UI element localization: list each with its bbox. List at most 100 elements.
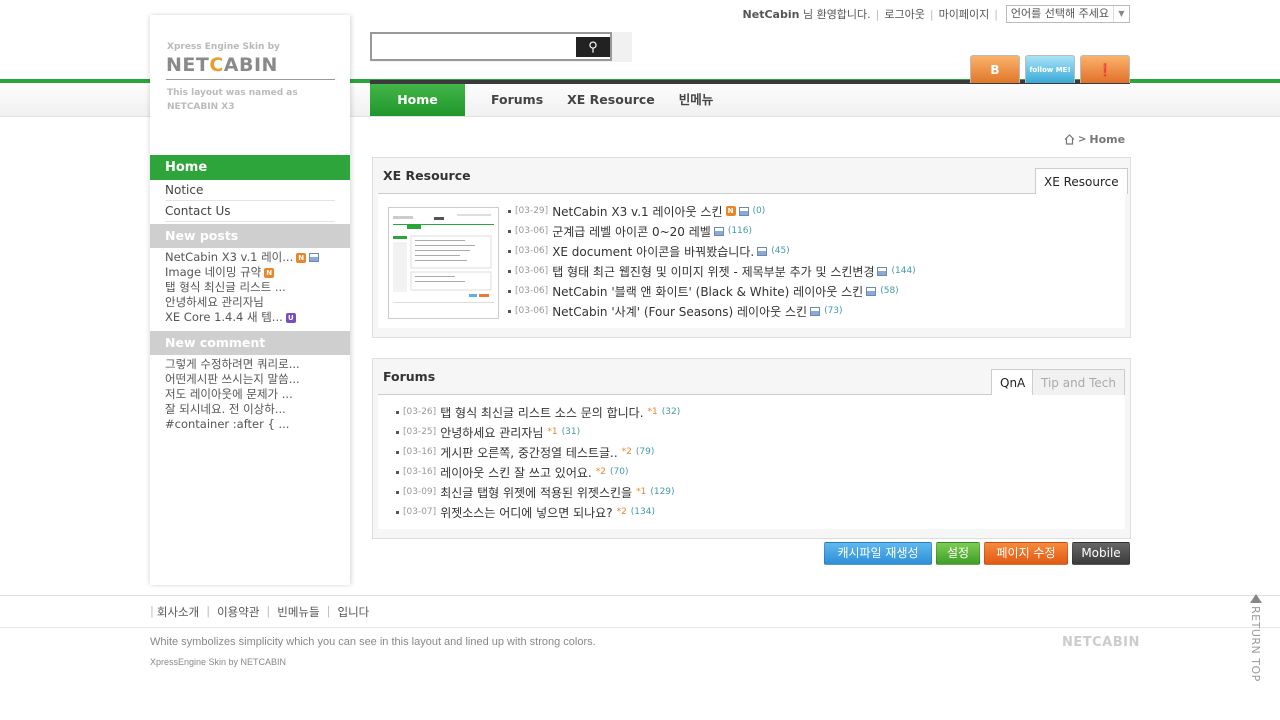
list-item[interactable]: #container :after { ...	[165, 417, 350, 432]
thumbnail-image	[393, 214, 494, 303]
mobile-button[interactable]: Mobile	[1072, 542, 1130, 565]
list-item[interactable]: [03-16] 게시판 오른쪽, 중간정열 테스트글.. *2 (79)	[396, 444, 654, 460]
logo-desc-line: NETCABIN X3	[167, 102, 235, 112]
post-title: 레이아웃 스킨 잘 쓰고 있어요.	[440, 465, 592, 480]
logo-tagline: Xpress Engine Skin by	[167, 42, 280, 52]
footer-logo: NETCABIN	[1062, 635, 1140, 650]
list-item[interactable]: [03-07] 위젯소스는 어디에 넣으면 되나요? *2 (134)	[396, 504, 655, 520]
sidebar: Home Notice Contact Us New posts NetCabi…	[150, 155, 350, 436]
main-nav: Home Forums XE Resource 빈메뉴	[370, 84, 725, 116]
new-icon: N	[296, 252, 307, 263]
nav-empty-menu[interactable]: 빈메뉴	[667, 84, 726, 116]
logo-divider	[166, 79, 335, 80]
blogger-icon: B	[990, 62, 1000, 77]
search-button[interactable]: ⚲	[576, 37, 610, 57]
file-icon	[866, 286, 877, 296]
list-item[interactable]: 어떤게시판 쓰시는지 말씀...	[165, 372, 350, 387]
post-date: [03-06]	[515, 306, 549, 316]
return-top-button[interactable]: RETURN TOP	[1248, 594, 1264, 690]
list-item[interactable]: [03-06] 군계급 레벨 아이콘 0~20 레벨 (116)	[508, 223, 752, 239]
footer-link-empty-menus[interactable]: 빈메뉴들	[277, 604, 319, 620]
list-item[interactable]: 탭 형식 최신글 리스트 ...	[165, 280, 350, 295]
language-select-value: 언어를 선택해 주세요	[1010, 7, 1109, 20]
list-item[interactable]: [03-25] 안녕하세요 관리자님 *1 (31)	[396, 424, 580, 440]
twitter-button[interactable]: follow ME!	[1025, 55, 1075, 83]
blog-button[interactable]: B	[970, 55, 1020, 83]
tab-qna[interactable]: QnA	[991, 369, 1035, 395]
view-count: (58)	[880, 286, 899, 296]
widget-title: Forums	[383, 369, 436, 384]
list-item[interactable]: 저도 레이아웃에 문제가 ...	[165, 387, 350, 402]
view-count: (32)	[661, 407, 681, 417]
divider: |	[994, 7, 998, 21]
sidebar-item-notice[interactable]: Notice	[165, 180, 335, 201]
list-item[interactable]: [03-16] 레이아웃 스킨 잘 쓰고 있어요. *2 (70)	[396, 464, 628, 480]
post-title: 탭 형태 최근 웹진형 및 이미지 위젯 - 제목부분 추가 및 스킨변경	[552, 264, 875, 279]
list-item[interactable]: XE Core 1.4.4 새 템... U	[165, 310, 350, 325]
nav-xe-resource[interactable]: XE Resource	[555, 84, 667, 116]
new-comment-heading: New comment	[150, 331, 350, 355]
post-title: NetCabin '사계' (Four Seasons) 레이아웃 스킨	[552, 304, 808, 319]
rss-button[interactable]: ❗	[1080, 55, 1130, 83]
view-count: (31)	[561, 427, 581, 437]
post-date: [03-06]	[515, 226, 549, 236]
list-item[interactable]: [03-09] 최신글 탭형 위젯에 적용된 위젯스킨을 *1 (129)	[396, 484, 675, 500]
post-title: 위젯소스는 어디에 넣으면 되나요?	[440, 505, 613, 520]
footer-links: | 회사소개 | 이용약관 | 빈메뉴들 | 입니다	[150, 604, 369, 620]
sidebar-item-contact[interactable]: Contact Us	[165, 201, 335, 222]
list-item[interactable]: [03-06] NetCabin '블랙 앤 화이트' (Black & Whit…	[508, 283, 899, 299]
bullet	[396, 450, 399, 454]
post-title: 군계급 레벨 아이콘 0~20 레벨	[552, 224, 711, 239]
file-icon	[713, 226, 724, 236]
nav-home[interactable]: Home	[370, 84, 465, 116]
divider: |	[929, 7, 934, 21]
view-count: (79)	[635, 447, 655, 457]
list-item[interactable]: 잘 되시네요. 전 이상하...	[165, 402, 350, 417]
return-top-label: RETURN TOP	[1249, 606, 1262, 682]
settings-button[interactable]: 설정	[936, 542, 980, 565]
nav-forums[interactable]: Forums	[479, 84, 555, 116]
resource-thumbnail[interactable]	[388, 207, 499, 319]
tab-tip-and-tech[interactable]: Tip and Tech	[1032, 369, 1125, 395]
language-select[interactable]: 언어를 선택해 주세요 ▼	[1005, 5, 1130, 23]
search-icon: ⚲	[588, 39, 598, 54]
footer-link-about[interactable]: 회사소개	[157, 604, 199, 620]
logout-link[interactable]: 로그아웃	[884, 6, 924, 22]
view-count: (144)	[891, 266, 916, 276]
tab-xe-resource[interactable]: XE Resource	[1035, 168, 1128, 194]
bullet	[508, 249, 511, 253]
list-item[interactable]: 그렇게 수정하려면 쿼리로...	[165, 357, 350, 372]
list-item[interactable]: 안녕하세요 관리자님	[165, 295, 350, 310]
view-count: (73)	[824, 306, 843, 316]
list-item[interactable]: [03-06] 탭 형태 최근 웹진형 및 이미지 위젯 - 제목부분 추가 및 …	[508, 263, 916, 279]
bullet	[396, 510, 399, 514]
view-count: (129)	[650, 487, 675, 497]
mypage-link[interactable]: 마이페이지	[939, 6, 990, 22]
footer-link-terms[interactable]: 이용약관	[217, 604, 259, 620]
comment-count: *2	[595, 467, 606, 477]
post-title: NetCabin '블랙 앤 화이트' (Black & White) 레이아웃…	[552, 284, 864, 299]
list-item[interactable]: [03-26] 탭 형식 최신글 리스트 소스 문의 합니다. *1 (32)	[396, 404, 680, 420]
post-title: XE Core 1.4.4 새 템...	[165, 310, 283, 324]
bullet	[396, 490, 399, 494]
list-item[interactable]: [03-29] NetCabin X3 v.1 레이아웃 스킨 N (0)	[508, 203, 765, 219]
footer-link-end[interactable]: 입니다	[337, 604, 369, 620]
new-icon: N	[264, 267, 275, 278]
sidebar-item-home[interactable]: Home	[150, 155, 350, 180]
update-icon: U	[285, 312, 296, 323]
bullet	[508, 269, 511, 273]
logo[interactable]: NETCABIN	[166, 54, 278, 76]
regenerate-cache-button[interactable]: 캐시파일 재생성	[824, 542, 932, 565]
logo-part: NET	[166, 54, 210, 76]
footer-credit: XpressEngine Skin by NETCABIN	[150, 657, 287, 667]
list-item[interactable]: Image 네이밍 규약 N	[165, 265, 350, 280]
arrow-up-icon	[1250, 594, 1262, 603]
post-title: 최신글 탭형 위젯에 적용된 위젯스킨을	[440, 485, 633, 500]
list-item[interactable]: [03-06] XE document 아이콘을 바꿔봤습니다. (45)	[508, 243, 790, 259]
bullet	[396, 410, 399, 414]
list-item[interactable]: [03-06] NetCabin '사계' (Four Seasons) 레이아웃…	[508, 303, 843, 319]
list-item[interactable]: NetCabin X3 v.1 레이... N	[165, 250, 350, 265]
logo-description: This layout was named as NETCABIN X3	[167, 86, 298, 114]
home-icon[interactable]	[1064, 134, 1075, 145]
edit-page-button[interactable]: 페이지 수정	[984, 542, 1068, 565]
